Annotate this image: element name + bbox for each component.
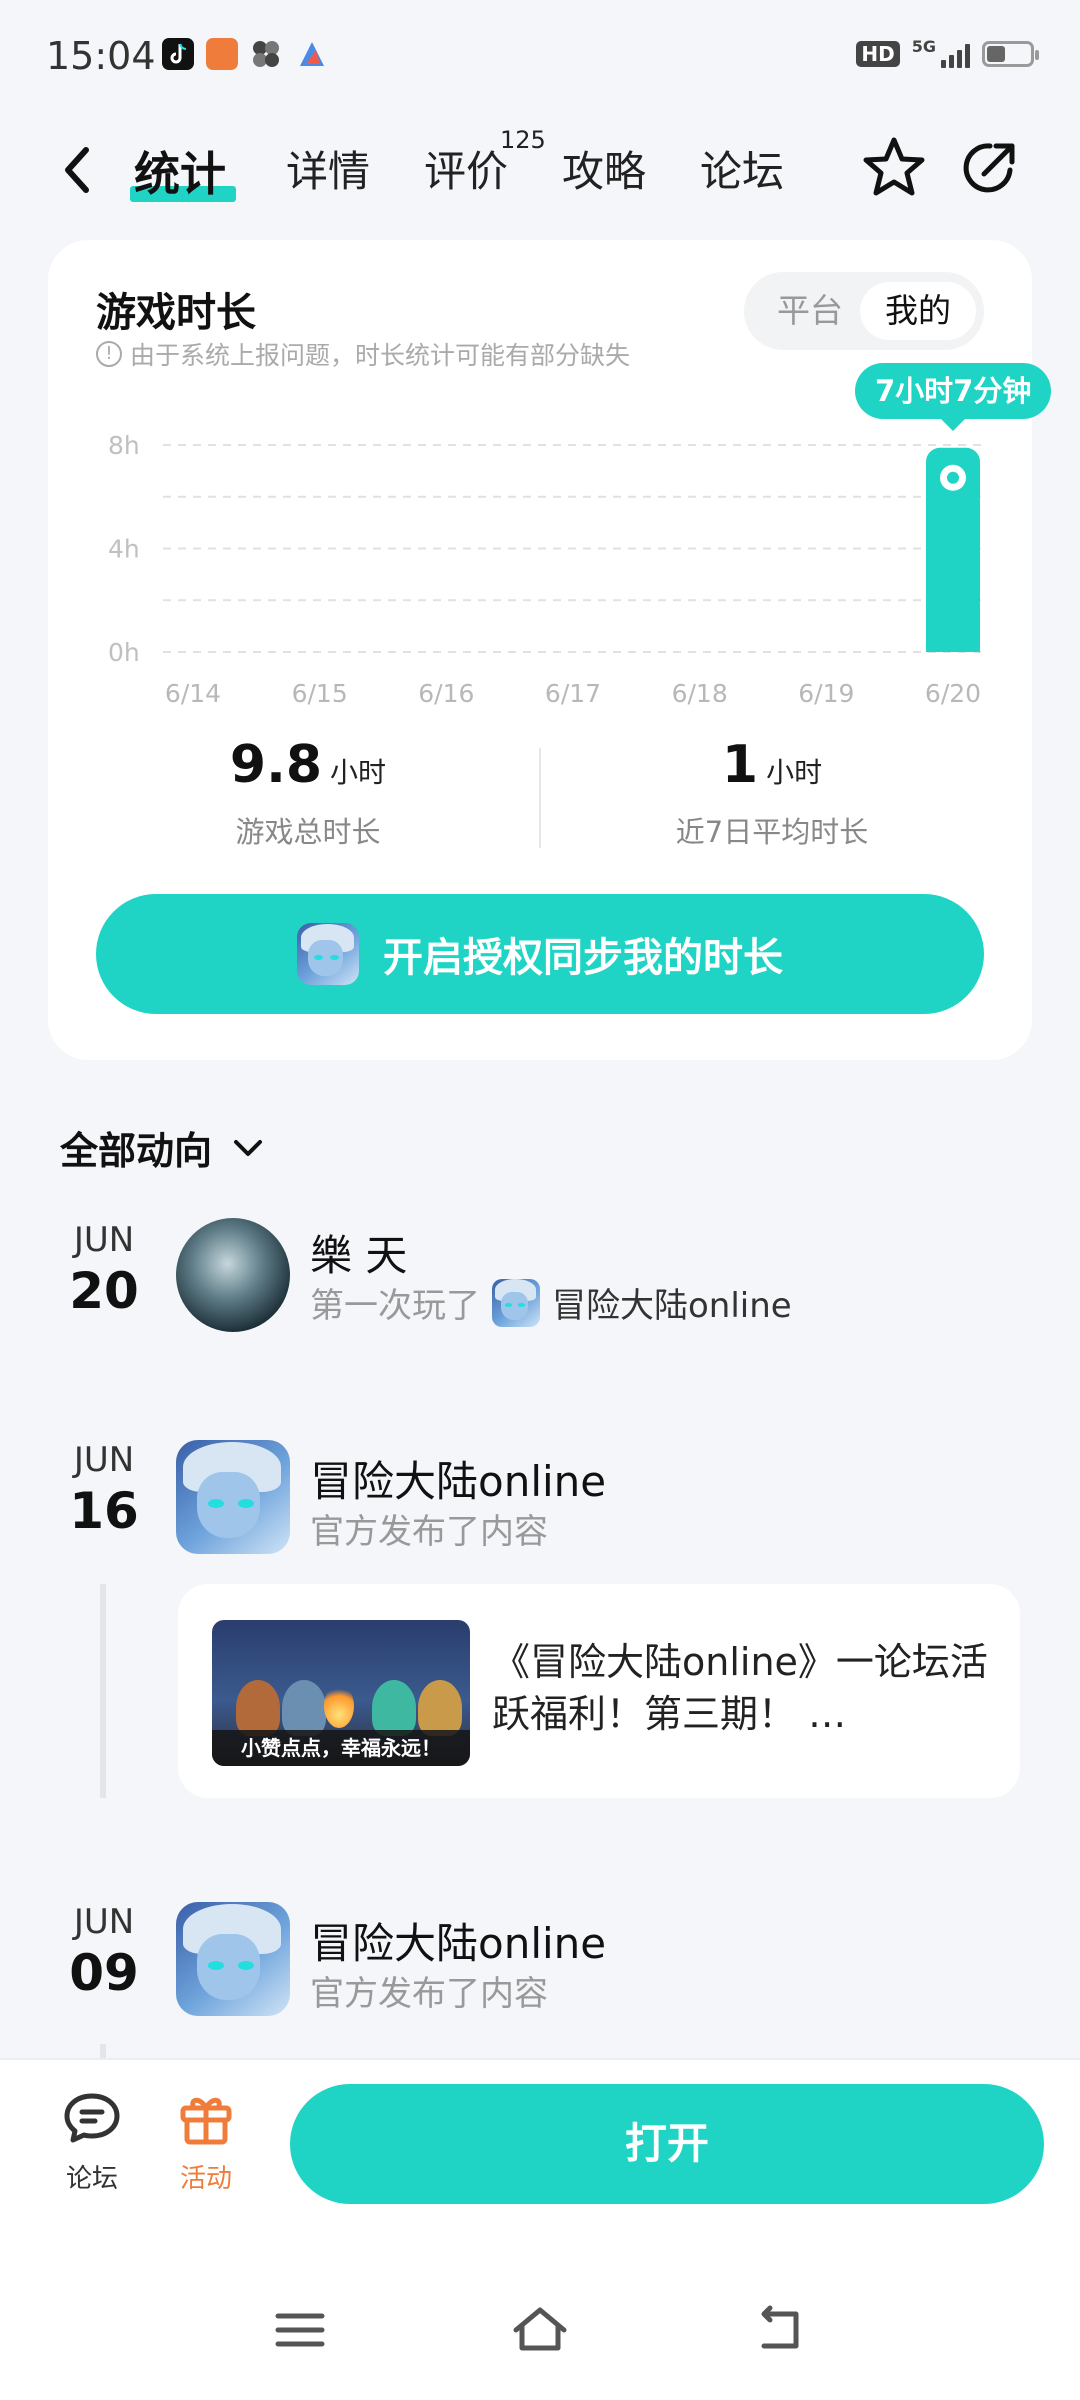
stat-divider (539, 748, 541, 848)
bar-marker-dot (947, 471, 959, 484)
x-tick-label: 6/14 (165, 679, 221, 708)
feed-date-month: JUN (73, 1902, 135, 1942)
feed-publisher-name[interactable]: 冒险大陆online (310, 1448, 606, 1509)
x-tick-label: 6/18 (672, 679, 728, 708)
feed-action: 官方发布了内容 (310, 1512, 548, 1552)
average-playtime: 1 小时 近7日平均时长 (552, 735, 992, 851)
x-tick-label: 6/16 (418, 679, 474, 708)
feed-user-name[interactable]: 樂 天 (310, 1222, 407, 1283)
total-label: 游戏总时长 (235, 815, 381, 849)
feed-filter-dropdown[interactable]: 全部动向 (60, 1120, 266, 1175)
game-icon (297, 923, 359, 985)
total-unit: 小时 (330, 756, 387, 789)
average-value: 1 (721, 735, 759, 795)
reviews-count-badge: 125 (500, 126, 546, 154)
x-tick-label: 6/17 (545, 679, 601, 708)
x-tick-label: 6/20 (925, 679, 981, 708)
average-unit: 小时 (766, 756, 823, 789)
toggle-platform[interactable]: 平台 (752, 282, 868, 340)
bottom-action-bar: 论坛 活动 打开 (0, 2058, 1080, 2258)
back-icon[interactable] (750, 2302, 810, 2358)
chevron-down-icon (234, 1139, 263, 1156)
thumbnail-caption: 小赞点点，幸福永远！ (212, 1730, 470, 1766)
gift-icon (180, 2097, 232, 2145)
top-nav: 统计 详情 评价 125 攻略 论坛 (0, 120, 1080, 220)
avatar[interactable] (176, 1218, 290, 1332)
star-icon[interactable] (858, 132, 930, 204)
feed-date-month: JUN (73, 1220, 135, 1260)
feed-date-month: JUN (73, 1440, 135, 1480)
status-time: 15:04 (46, 34, 156, 78)
back-arrow-icon[interactable] (58, 142, 98, 198)
system-nav-bar (0, 2258, 1080, 2400)
x-tick-label: 6/19 (798, 679, 854, 708)
total-value: 9.8 (229, 735, 323, 795)
menu-icon[interactable] (270, 2302, 330, 2358)
status-bar: 15:04 HD 5G (0, 0, 1080, 110)
avatar[interactable] (176, 1440, 290, 1554)
app-icon-orange (206, 38, 238, 70)
tab-guides[interactable]: 攻略 (562, 138, 646, 199)
playtime-chart: 0h 4h 8h 6/14 6/15 6/16 6/17 6/18 6/19 6/20 (108, 431, 983, 708)
feed-publisher-name[interactable]: 冒险大陆online (310, 1910, 606, 1971)
bar-tooltip: 7小时7分钟 (855, 362, 1052, 431)
tab-forum[interactable]: 论坛 (700, 138, 784, 199)
avatar[interactable] (176, 1902, 290, 2016)
feed-date-day: 20 (69, 1262, 139, 1320)
feed-filter-label: 全部动向 (60, 1129, 213, 1173)
playtime-card: 游戏时长 ! 由于系统上报问题，时长统计可能有部分缺失 平台 我的 0h 4h 8h… (48, 240, 1052, 1060)
open-game-button[interactable]: 打开 (290, 2084, 1044, 2204)
status-right: HD 5G (856, 39, 1039, 68)
game-icon (492, 1278, 540, 1327)
post-card[interactable]: 小赞点点，幸福永远！ 《冒险大陆online》一论坛活跃福利！第三期！ … (178, 1584, 1020, 1798)
card-note: ! 由于系统上报问题，时长统计可能有部分缺失 (96, 336, 630, 372)
tab-stats[interactable]: 统计 (134, 138, 226, 204)
feed-date-day: 16 (69, 1482, 139, 1540)
timeline-line (100, 1584, 106, 1798)
feed-action: 官方发布了内容 (310, 1974, 548, 2014)
chart-bar-base (926, 638, 980, 652)
hd-badge: HD (856, 41, 900, 67)
y-tick-label: 8h (108, 431, 140, 460)
tab-reviews[interactable]: 评价 (424, 138, 508, 199)
card-title: 游戏时长 (96, 290, 256, 336)
tab-details[interactable]: 详情 (286, 138, 370, 199)
feed-activity: 第一次玩了 冒险大陆online (310, 1278, 792, 1327)
tiktok-icon (162, 38, 194, 70)
feed-game-link[interactable]: 冒险大陆online (552, 1278, 792, 1327)
total-playtime: 9.8 小时 游戏总时长 (88, 735, 528, 851)
average-label: 近7日平均时长 (675, 815, 869, 849)
feed-action: 第一次玩了 (310, 1286, 480, 1326)
feed-date-day: 09 (69, 1944, 139, 2002)
forum-tab[interactable]: 论坛 (42, 2090, 142, 2195)
signal-icon: 5G (912, 39, 970, 68)
post-title: 《冒险大陆online》一论坛活跃福利！第三期！ … (492, 1640, 988, 1736)
app-icon-pinwheel (250, 38, 282, 70)
battery-icon (982, 41, 1039, 67)
share-icon[interactable] (954, 132, 1026, 204)
sync-button-label: 开启授权同步我的时长 (383, 935, 783, 981)
sync-playtime-button[interactable]: 开启授权同步我的时长 (96, 894, 984, 1014)
x-tick-label: 6/15 (292, 679, 348, 708)
forum-tab-label: 论坛 (65, 2164, 118, 2194)
chat-bubble-icon (64, 2093, 120, 2143)
info-icon: ! (96, 341, 122, 367)
y-tick-label: 0h (108, 638, 140, 667)
toggle-mine[interactable]: 我的 (860, 282, 976, 340)
home-icon[interactable] (510, 2302, 570, 2358)
post-thumbnail: 小赞点点，幸福永远！ (212, 1620, 470, 1766)
events-tab[interactable]: 活动 (156, 2090, 256, 2195)
app-icon-compass (296, 38, 328, 70)
events-tab-label: 活动 (179, 2164, 232, 2194)
source-toggle: 平台 我的 (744, 272, 984, 350)
y-tick-label: 4h (108, 535, 140, 564)
